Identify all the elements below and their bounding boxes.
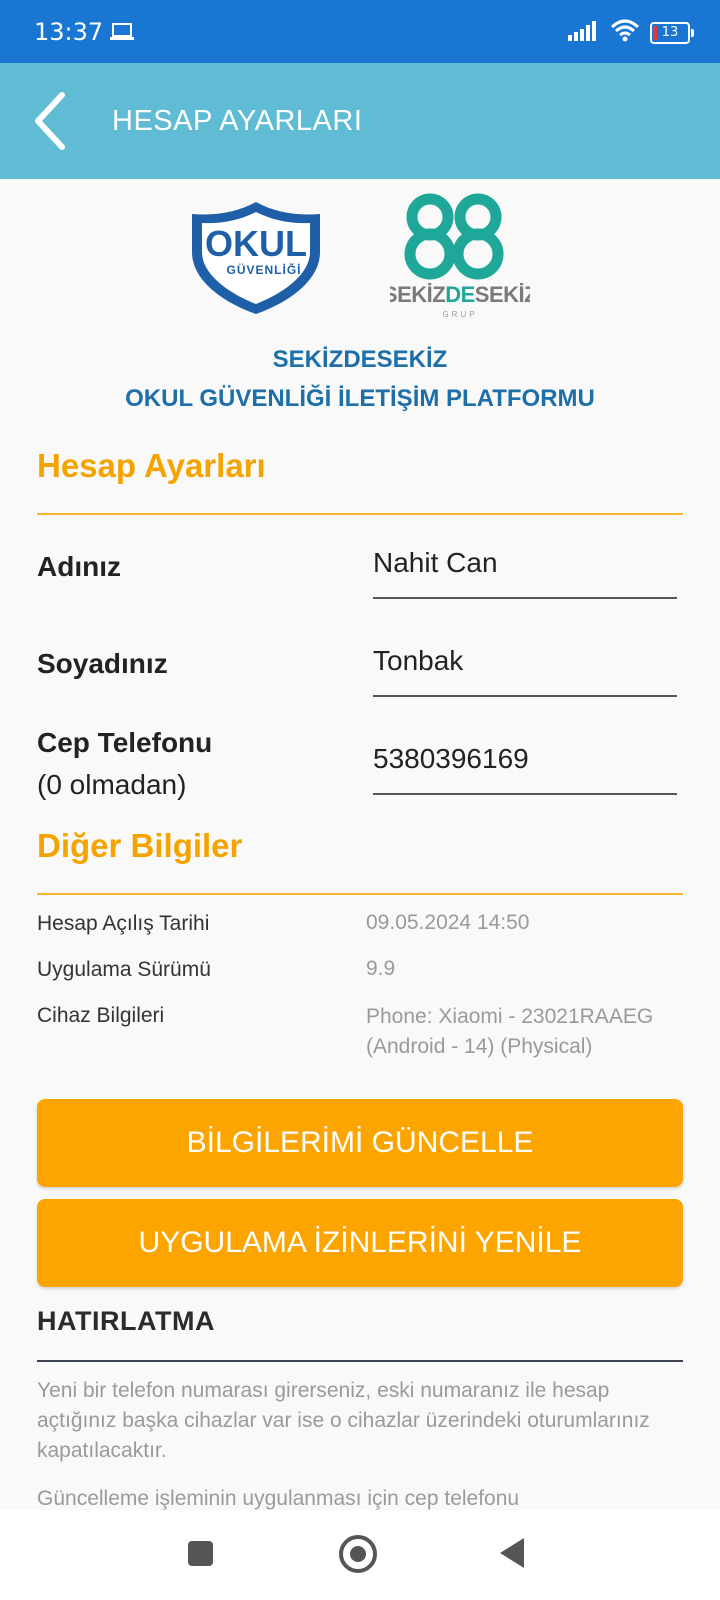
page-title: HESAP AYARLARI (112, 105, 363, 137)
battery-icon: 13 (650, 21, 694, 44)
account-section-title: Hesap Ayarları (37, 447, 266, 484)
status-bar: 13:37 13 (0, 0, 720, 63)
device-info-label: Cihaz Bilgileri (37, 1004, 165, 1027)
home-circle-icon[interactable] (339, 1535, 377, 1573)
phone-label-line2: (0 olmadan) (37, 769, 187, 800)
refresh-permissions-button[interactable]: UYGULAMA İZİNLERİNİ YENİLE (37, 1199, 683, 1287)
back-button[interactable] (28, 89, 80, 153)
update-info-button[interactable]: BİLGİLERİMİ GÜNCELLE (37, 1099, 683, 1187)
platform-title-line1: SEKİZDESEKİZ (272, 346, 448, 373)
wifi-icon (610, 18, 640, 47)
first-name-field[interactable]: Nahit Can (373, 547, 677, 599)
navigation-bar (0, 1510, 720, 1600)
guvenligi-logo-text: GÜVENLİĞİ (226, 262, 301, 277)
device-info-value: Phone: Xiaomi - 23021RAAEG (Android - 14… (366, 1002, 653, 1062)
first-name-label: Adınız (37, 551, 121, 582)
divider (37, 513, 683, 515)
reminder-title: HATIRLATMA (37, 1306, 215, 1336)
svg-text:GRUP: GRUP (442, 310, 477, 319)
account-date-value: 09.05.2024 14:50 (366, 911, 530, 934)
laptop-icon (110, 22, 134, 47)
back-triangle-icon[interactable] (500, 1538, 524, 1568)
last-name-field[interactable]: Tonbak (373, 645, 677, 697)
platform-title-line2: OKUL GÜVENLİĞİ İLETİŞİM PLATFORMU (125, 385, 595, 412)
status-time: 13:37 (34, 18, 104, 46)
device-info-line1: Phone: Xiaomi - 23021RAAEG (366, 1005, 654, 1028)
okul-logo-text: OKUL (205, 223, 307, 264)
phone-field[interactable]: 5380396169 (373, 743, 677, 795)
divider (37, 1360, 683, 1362)
svg-text:SEKİZDESEKİZ: SEKİZDESEKİZ (390, 282, 530, 307)
phone-label: Cep Telefonu (0 olmadan) (37, 722, 212, 806)
chevron-left-icon (35, 92, 65, 150)
account-date-label: Hesap Açılış Tarihi (37, 912, 210, 935)
phone-label-line1: Cep Telefonu (37, 727, 213, 758)
app-version-label: Uygulama Sürümü (37, 958, 211, 981)
app-bar: HESAP AYARLARI (0, 63, 720, 179)
signal-icon (568, 19, 600, 46)
sekizdesekiz-logo: SEKİZDESEKİZ GRUP (383, 192, 538, 329)
last-name-label: Soyadınız (37, 648, 168, 679)
app-version-value: 9.9 (366, 957, 396, 980)
okul-guvenligi-logo: OKUL GÜVENLİĞİ (186, 198, 326, 323)
reminder-paragraph: Yeni bir telefon numarası girerseniz, es… (37, 1379, 650, 1462)
other-section-title: Diğer Bilgiler (37, 827, 243, 864)
divider (37, 893, 683, 895)
device-info-line2: (Android - 14) (Physical) (366, 1035, 593, 1058)
recents-square-icon[interactable] (188, 1541, 213, 1566)
